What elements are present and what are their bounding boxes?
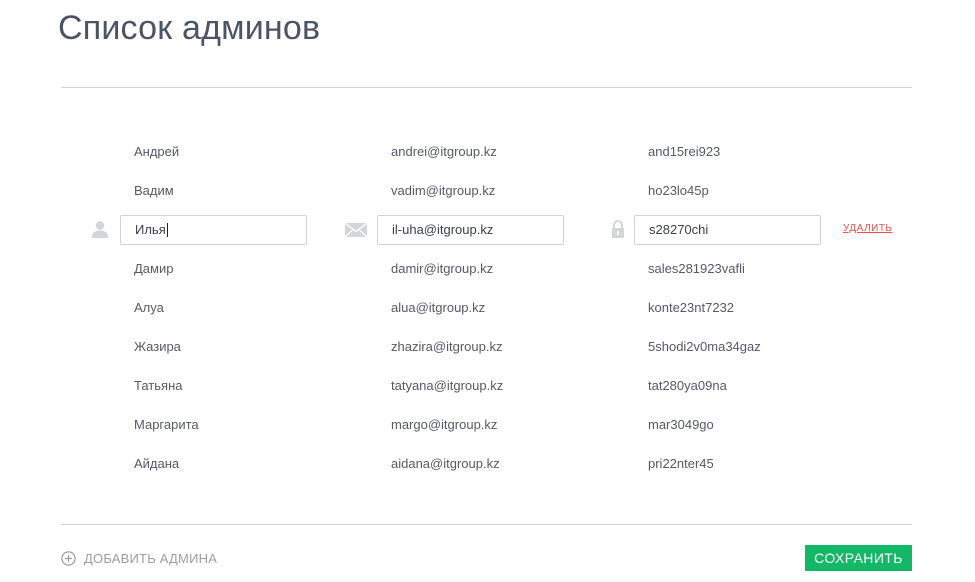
plus-circle-icon	[61, 550, 76, 566]
admin-email[interactable]: aidana@itgroup.kz	[377, 444, 564, 483]
admin-name[interactable]: Андрей	[120, 132, 307, 171]
email-input[interactable]: il-uha@itgroup.kz	[377, 215, 564, 245]
admin-email[interactable]: vadim@itgroup.kz	[377, 171, 564, 210]
admin-row[interactable]: Татьяна tatyana@itgroup.kz tat280ya09na	[0, 366, 975, 405]
admin-email[interactable]: damir@itgroup.kz	[377, 249, 564, 288]
admin-password[interactable]: ho23lo45p	[634, 171, 821, 210]
mail-icon	[344, 222, 368, 238]
save-button[interactable]: СОХРАНИТЬ	[805, 545, 912, 571]
add-admin-label: ДОБАВИТЬ АДМИНА	[84, 550, 218, 566]
name-input[interactable]: Илья	[120, 215, 307, 245]
admin-password[interactable]: sales281923vafli	[634, 249, 821, 288]
admin-password[interactable]: mar3049go	[634, 405, 821, 444]
admin-name[interactable]: Вадим	[120, 171, 307, 210]
admin-row[interactable]: Андрей andrei@itgroup.kz and15rei923	[0, 132, 975, 171]
admin-row[interactable]: Вадим vadim@itgroup.kz ho23lo45p	[0, 171, 975, 210]
admin-password[interactable]: konte23nt7232	[634, 288, 821, 327]
admin-email[interactable]: zhazira@itgroup.kz	[377, 327, 564, 366]
bottom-divider	[61, 524, 912, 525]
admin-name[interactable]: Маргарита	[120, 405, 307, 444]
admin-name[interactable]: Дамир	[120, 249, 307, 288]
admin-row[interactable]: Алуа alua@itgroup.kz konte23nt7232	[0, 288, 975, 327]
user-icon	[91, 221, 109, 238]
admin-email[interactable]: andrei@itgroup.kz	[377, 132, 564, 171]
page-title: Список админов	[58, 9, 321, 47]
admin-password[interactable]: tat280ya09na	[634, 366, 821, 405]
admin-row[interactable]: Жазира zhazira@itgroup.kz 5shodi2v0ma34g…	[0, 327, 975, 366]
admin-row[interactable]: Дамир damir@itgroup.kz sales281923vafli	[0, 249, 975, 288]
admin-email[interactable]: alua@itgroup.kz	[377, 288, 564, 327]
admin-row[interactable]: Айдана aidana@itgroup.kz pri22nter45	[0, 444, 975, 483]
admin-list: Андрей andrei@itgroup.kz and15rei923 Вад…	[0, 132, 975, 483]
admin-password[interactable]: 5shodi2v0ma34gaz	[634, 327, 821, 366]
admin-row[interactable]: Маргарита margo@itgroup.kz mar3049go	[0, 405, 975, 444]
text-caret	[166, 222, 168, 237]
admin-row-editing[interactable]: Илья il-uha@itgroup.kz s28270chi УДАЛИТЬ	[0, 210, 975, 249]
admin-name[interactable]: Айдана	[120, 444, 307, 483]
admin-password[interactable]: pri22nter45	[634, 444, 821, 483]
admin-name[interactable]: Жазира	[120, 327, 307, 366]
delete-link[interactable]: УДАЛИТЬ	[843, 223, 893, 234]
admin-email[interactable]: tatyana@itgroup.kz	[377, 366, 564, 405]
name-input-value: Илья	[135, 222, 166, 237]
admin-password[interactable]: and15rei923	[634, 132, 821, 171]
admin-email[interactable]: margo@itgroup.kz	[377, 405, 564, 444]
admin-name[interactable]: Татьяна	[120, 366, 307, 405]
top-divider	[61, 87, 912, 88]
password-input[interactable]: s28270chi	[634, 215, 821, 245]
admin-name[interactable]: Алуа	[120, 288, 307, 327]
add-admin-button[interactable]: ДОБАВИТЬ АДМИНА	[61, 549, 217, 567]
lock-icon	[612, 219, 624, 238]
